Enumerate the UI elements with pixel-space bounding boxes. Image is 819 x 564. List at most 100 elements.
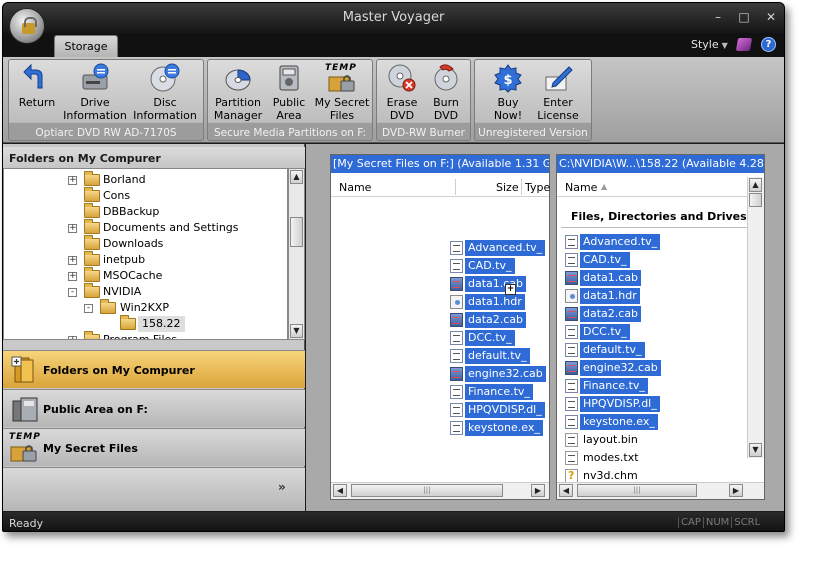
- public-area-icon: [12, 397, 38, 422]
- drive-info-icon: [82, 63, 109, 90]
- scroll-up-icon[interactable]: ▲: [290, 170, 303, 184]
- tree-item-nvidia[interactable]: - NVIDIA: [4, 283, 284, 300]
- public-area-label-2: Area: [276, 109, 302, 122]
- folder-icon: [84, 187, 100, 202]
- buy-now-label-2: Now!: [493, 109, 523, 122]
- scroll-right-icon[interactable]: ▶: [531, 484, 545, 497]
- nav-my-secret-files[interactable]: TEMP My Secret Files: [3, 428, 305, 466]
- file-ax-icon: [450, 403, 463, 417]
- tree-item-label: Borland: [103, 173, 146, 186]
- expand-icon[interactable]: +: [68, 224, 77, 233]
- enter-license-icon: [545, 66, 573, 91]
- folder-tree[interactable]: + Borland Cons DBBackup + Documents and …: [3, 168, 288, 340]
- caps-lock-indicator: CAP: [678, 517, 703, 528]
- enter-license-label-1: Enter: [543, 96, 573, 109]
- scroll-left-icon[interactable]: ◀: [559, 484, 573, 497]
- secret-files-panel[interactable]: [My Secret Files on F:] (Available 1.31 …: [330, 154, 550, 500]
- file-name: keystone.ex_: [580, 414, 658, 430]
- file-name: Finance.tv_: [580, 378, 648, 394]
- tree-item-label: Program Files: [103, 333, 178, 340]
- column-type[interactable]: Type: [525, 181, 550, 194]
- collapse-icon[interactable]: -: [68, 288, 77, 297]
- buy-now-button[interactable]: $ Buy Now!: [485, 63, 531, 122]
- scroll-thumb[interactable]: [290, 217, 303, 247]
- column-separator[interactable]: [521, 179, 522, 195]
- tab-storage[interactable]: Storage: [54, 35, 118, 57]
- close-button[interactable]: ✕: [762, 9, 780, 25]
- file-name: HPQVDISP.dl_: [580, 396, 660, 412]
- scroll-thumb[interactable]: |||: [577, 484, 697, 497]
- folder-icon: [84, 171, 100, 186]
- scroll-down-icon[interactable]: ▼: [290, 324, 303, 338]
- scroll-left-icon[interactable]: ◀: [333, 484, 347, 497]
- nav-folders-on-my-computer[interactable]: Folders on My Compurer: [3, 350, 305, 388]
- horizontal-scrollbar[interactable]: ◀ ||| ▶: [557, 482, 764, 499]
- file-ax-icon: [450, 385, 463, 399]
- expand-icon[interactable]: +: [68, 336, 77, 339]
- return-arrow-icon: [23, 63, 43, 89]
- expand-icon[interactable]: +: [68, 256, 77, 265]
- tree-item-program-files[interactable]: + Program Files: [4, 331, 284, 340]
- disc-information-button[interactable]: Disc Information: [131, 63, 199, 122]
- column-header: Name Size Type: [331, 177, 550, 197]
- scroll-right-icon[interactable]: ▶: [729, 484, 743, 497]
- public-area-button[interactable]: Public Area: [266, 63, 312, 122]
- style-menu[interactable]: Style ▼: [691, 38, 728, 51]
- nav-public-area[interactable]: Public Area on F:: [3, 389, 305, 427]
- expand-icon[interactable]: +: [68, 272, 77, 281]
- column-separator[interactable]: [455, 179, 456, 195]
- burn-dvd-button[interactable]: Burn DVD: [425, 63, 467, 122]
- tree-item-cons[interactable]: Cons: [4, 187, 284, 204]
- maximize-button[interactable]: □: [735, 9, 753, 25]
- tree-item-win2kxp[interactable]: - Win2KXP: [4, 299, 284, 316]
- tree-item-dbbackup[interactable]: DBBackup: [4, 203, 284, 220]
- file-name: DCC.tv_: [465, 330, 515, 346]
- secret-files-icon: TEMP: [325, 63, 357, 93]
- folder-icon: [84, 331, 100, 339]
- tree-item-downloads[interactable]: Downloads: [4, 235, 284, 252]
- column-name[interactable]: Name: [565, 181, 597, 194]
- style-book-icon[interactable]: [735, 38, 753, 51]
- return-button[interactable]: Return: [13, 63, 61, 109]
- file-ax-icon: [565, 397, 578, 411]
- ribbon-group-secure-media: Partition Manager Public Area TEMP My Se…: [207, 59, 373, 141]
- tree-item-inetpub[interactable]: + inetpub: [4, 251, 284, 268]
- column-name[interactable]: Name: [339, 181, 371, 194]
- tree-item-borland[interactable]: + Borland: [4, 171, 284, 188]
- partition-manager-button[interactable]: Partition Manager: [210, 63, 266, 122]
- drive-information-label-2: Information: [63, 109, 127, 122]
- file-name: data2.cab: [465, 312, 527, 328]
- minimize-button[interactable]: –: [709, 9, 727, 25]
- erase-dvd-label-2: DVD: [389, 109, 415, 122]
- file-name: modes.txt: [583, 451, 639, 464]
- scroll-up-icon[interactable]: ▲: [749, 178, 762, 192]
- scroll-thumb[interactable]: [749, 193, 762, 207]
- tree-scrollbar[interactable]: ▲ ▼: [288, 168, 305, 340]
- expand-icon[interactable]: +: [68, 176, 77, 185]
- window-title: Master Voyager: [342, 10, 445, 25]
- tree-item-msocache[interactable]: + MSOCache: [4, 267, 284, 284]
- collapse-icon[interactable]: -: [84, 304, 93, 313]
- file-panels-area: [My Secret Files on F:] (Available 1.31 …: [306, 144, 784, 511]
- more-icon[interactable]: »: [278, 480, 286, 494]
- ribbon-tab-row: Storage Style ▼ ?: [3, 33, 784, 57]
- vertical-scrollbar[interactable]: ▲ ▼: [747, 177, 764, 458]
- column-size[interactable]: Size: [496, 181, 519, 194]
- tree-item-158-22[interactable]: 158.22: [4, 315, 284, 332]
- enter-license-button[interactable]: Enter License: [533, 63, 583, 122]
- app-menu-button[interactable]: [9, 8, 45, 44]
- help-icon[interactable]: ?: [761, 37, 776, 52]
- erase-dvd-button[interactable]: Erase DVD: [381, 63, 423, 122]
- horizontal-scrollbar[interactable]: ◀ ||| ▶: [331, 482, 549, 499]
- file-cab-icon: [450, 277, 463, 291]
- scroll-thumb[interactable]: |||: [351, 484, 503, 497]
- file-cab-icon: [450, 313, 463, 327]
- drive-information-label-1: Drive: [80, 96, 110, 109]
- tree-item-documents[interactable]: + Documents and Settings: [4, 219, 284, 236]
- drive-information-button[interactable]: Drive Information: [61, 63, 129, 122]
- scroll-down-icon[interactable]: ▼: [749, 443, 762, 457]
- chevron-down-icon: ▼: [721, 41, 728, 50]
- current-folder-panel[interactable]: C:\NVIDIA\W...\158.22 (Available 4.28 GB…: [556, 154, 765, 500]
- file-name: HPQVDISP.dl_: [465, 402, 545, 418]
- my-secret-files-button[interactable]: TEMP My Secret Files: [312, 63, 372, 122]
